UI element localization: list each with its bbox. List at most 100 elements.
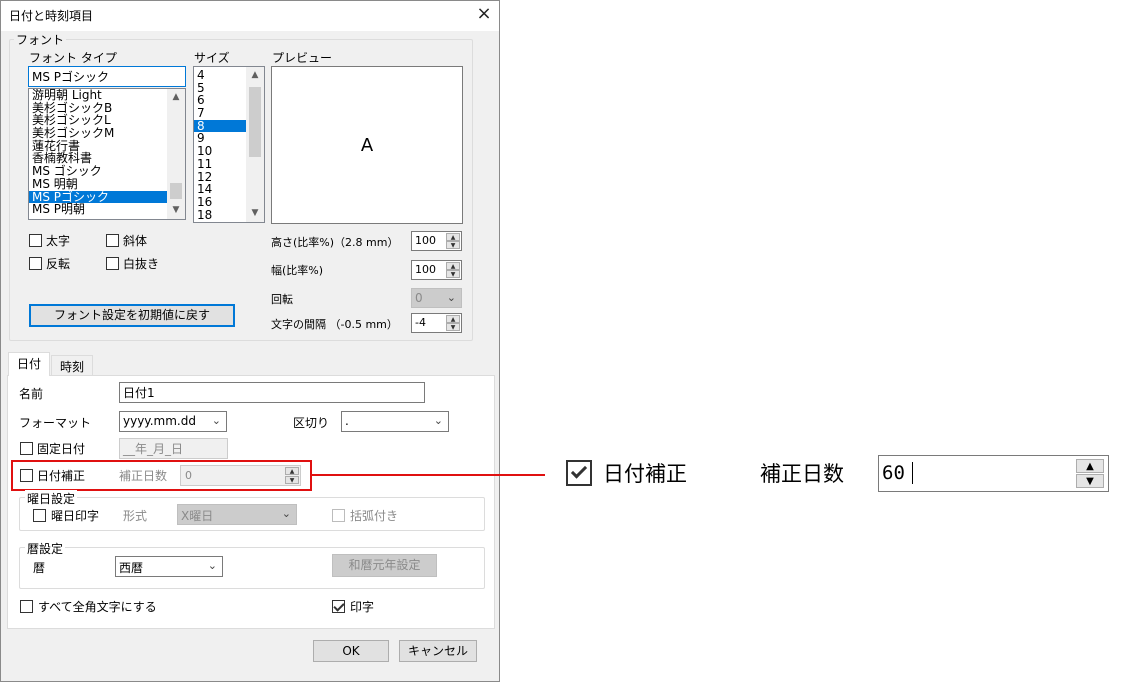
callout-connector-line bbox=[311, 474, 545, 476]
size-list-item[interactable]: 4 bbox=[194, 69, 246, 82]
print-label: 印字 bbox=[350, 600, 375, 614]
separator-select[interactable]: . ⌄ bbox=[341, 411, 449, 432]
ok-button[interactable]: OK bbox=[313, 640, 389, 662]
spin-up-icon[interactable]: ▲ bbox=[446, 315, 460, 323]
scroll-thumb[interactable] bbox=[170, 183, 182, 199]
chevron-down-icon: ⌄ bbox=[211, 414, 221, 427]
chevron-up-icon[interactable]: ▲ bbox=[246, 67, 264, 84]
font-list-item[interactable]: MS 明朝 bbox=[29, 178, 167, 191]
bold-checkbox[interactable] bbox=[29, 234, 42, 247]
date-correction-label: 日付補正 bbox=[37, 469, 86, 483]
height-spinner[interactable]: 100 ▲ ▼ bbox=[411, 231, 462, 251]
format-label: フォーマット bbox=[19, 416, 92, 430]
weekday-format-label: 形式 bbox=[123, 509, 148, 523]
spacing-spinner[interactable]: -4 ▲ ▼ bbox=[411, 313, 462, 333]
format-select[interactable]: yyyy.mm.dd ⌄ bbox=[119, 411, 227, 432]
font-type-label: フォント タイプ bbox=[29, 51, 117, 65]
name-input[interactable]: 日付1 bbox=[119, 382, 425, 403]
size-list-item[interactable]: 11 bbox=[194, 158, 246, 171]
calendar-select[interactable]: 西暦 ⌄ bbox=[115, 556, 223, 577]
weekday-print-checkbox[interactable] bbox=[33, 509, 46, 522]
zoom-days-spinner: 60 ▲ ▼ bbox=[878, 455, 1109, 492]
text-caret bbox=[912, 462, 913, 484]
correction-days-label: 補正日数 bbox=[119, 469, 168, 483]
scroll-thumb[interactable] bbox=[249, 87, 261, 157]
spin-down-icon[interactable]: ▼ bbox=[446, 241, 460, 249]
calendar-value: 西暦 bbox=[119, 561, 144, 575]
chevron-down-icon[interactable]: ▼ bbox=[246, 205, 264, 222]
preview-text: A bbox=[360, 135, 374, 156]
name-label: 名前 bbox=[19, 387, 44, 401]
reverse-checkbox[interactable] bbox=[29, 257, 42, 270]
tab-time[interactable]: 時刻 bbox=[51, 355, 93, 375]
size-listbox[interactable]: 4 5 6 7 8 9 10 11 12 14 16 18 ▲ ▼ bbox=[193, 66, 265, 223]
window-title: 日付と時刻項目 bbox=[9, 9, 94, 23]
font-list-item[interactable]: MS P明朝 bbox=[29, 203, 167, 216]
font-group-label: フォント bbox=[14, 31, 67, 48]
chevron-down-icon: ⌄ bbox=[446, 291, 456, 304]
font-type-input[interactable]: MS Pゴシック bbox=[28, 66, 186, 87]
zoom-correction-label: 日付補正 bbox=[603, 462, 687, 486]
print-checkbox[interactable] bbox=[332, 600, 345, 613]
separator-value: . bbox=[345, 414, 349, 428]
rotation-value: 0 bbox=[415, 291, 423, 305]
font-list-item[interactable]: 美杉ゴシックM bbox=[29, 127, 167, 140]
size-list-scrollbar[interactable]: ▲ ▼ bbox=[246, 67, 264, 222]
dialog-window: 日付と時刻項目 × フォント フォント タイプ MS Pゴシック 游明朝 Lig… bbox=[0, 0, 500, 682]
rotation-select[interactable]: 0 ⌄ bbox=[411, 288, 462, 308]
spin-down-icon[interactable]: ▼ bbox=[446, 270, 460, 278]
size-list-item[interactable]: 16 bbox=[194, 196, 246, 209]
size-list-item[interactable]: 7 bbox=[194, 107, 246, 120]
font-list-scrollbar[interactable]: ▲ ▼ bbox=[167, 89, 185, 219]
weekday-print-label: 曜日印字 bbox=[51, 509, 100, 523]
size-list-item[interactable]: 18 bbox=[194, 208, 246, 222]
font-list-item[interactable]: 游明朝 Light bbox=[29, 89, 167, 102]
preview-box: A bbox=[271, 66, 463, 224]
wareki-setting-button[interactable]: 和暦元年設定 bbox=[332, 554, 437, 577]
chevron-down-icon: ⌄ bbox=[207, 559, 217, 572]
chevron-down-icon: ⌄ bbox=[281, 507, 291, 520]
calendar-group-label: 暦設定 bbox=[25, 540, 66, 557]
font-list-item[interactable]: MS ゴシック bbox=[29, 165, 167, 178]
spin-down-icon[interactable]: ▼ bbox=[446, 323, 460, 331]
spin-up-icon: ▲ bbox=[1076, 459, 1104, 473]
spin-down-icon: ▼ bbox=[1076, 474, 1104, 488]
bold-label: 太字 bbox=[46, 234, 71, 248]
fullwidth-checkbox[interactable] bbox=[20, 600, 33, 613]
correction-days-spinner[interactable]: 0 ▲ ▼ bbox=[180, 465, 301, 486]
rotation-label: 回転 bbox=[271, 293, 293, 306]
size-list-item[interactable]: 14 bbox=[194, 183, 246, 196]
italic-label: 斜体 bbox=[123, 234, 148, 248]
spin-up-icon[interactable]: ▲ bbox=[446, 262, 460, 270]
close-icon[interactable]: × bbox=[471, 3, 497, 27]
zoom-days-value: 60 bbox=[882, 462, 905, 484]
font-listbox[interactable]: 游明朝 Light 美杉ゴシックB 美杉ゴシックL 美杉ゴシックM 蓮花行書 香楠教科書 M… bbox=[28, 88, 186, 220]
bracket-checkbox[interactable] bbox=[332, 509, 345, 522]
calendar-label: 暦 bbox=[33, 561, 46, 575]
outline-checkbox[interactable] bbox=[106, 257, 119, 270]
tab-date[interactable]: 日付 bbox=[8, 352, 50, 376]
title-bar: 日付と時刻項目 × bbox=[1, 1, 499, 31]
spin-down-icon[interactable]: ▼ bbox=[285, 476, 299, 484]
cancel-button[interactable]: キャンセル bbox=[399, 640, 477, 662]
spin-up-icon[interactable]: ▲ bbox=[285, 467, 299, 475]
preview-label: プレビュー bbox=[272, 51, 333, 65]
chevron-down-icon[interactable]: ▼ bbox=[167, 202, 185, 219]
correction-days-value: 0 bbox=[185, 469, 192, 482]
width-label: 幅(比率%) bbox=[271, 264, 324, 277]
italic-checkbox[interactable] bbox=[106, 234, 119, 247]
outline-label: 白抜き bbox=[123, 257, 160, 271]
spin-up-icon[interactable]: ▲ bbox=[446, 233, 460, 241]
zoom-correction-checkbox bbox=[566, 460, 592, 486]
fullwidth-label: すべて全角文字にする bbox=[38, 600, 157, 614]
size-list-item[interactable]: 10 bbox=[194, 145, 246, 158]
fixed-date-input[interactable]: __年_月_日 bbox=[119, 438, 228, 459]
width-spinner[interactable]: 100 ▲ ▼ bbox=[411, 260, 462, 280]
width-value: 100 bbox=[415, 263, 436, 276]
reset-font-button[interactable]: フォント設定を初期値に戻す bbox=[29, 304, 235, 327]
fixed-date-checkbox[interactable] bbox=[20, 442, 33, 455]
size-label: サイズ bbox=[194, 51, 230, 65]
date-correction-checkbox[interactable] bbox=[20, 469, 33, 482]
chevron-up-icon[interactable]: ▲ bbox=[167, 89, 185, 106]
weekday-format-select[interactable]: X曜日 ⌄ bbox=[177, 504, 297, 525]
